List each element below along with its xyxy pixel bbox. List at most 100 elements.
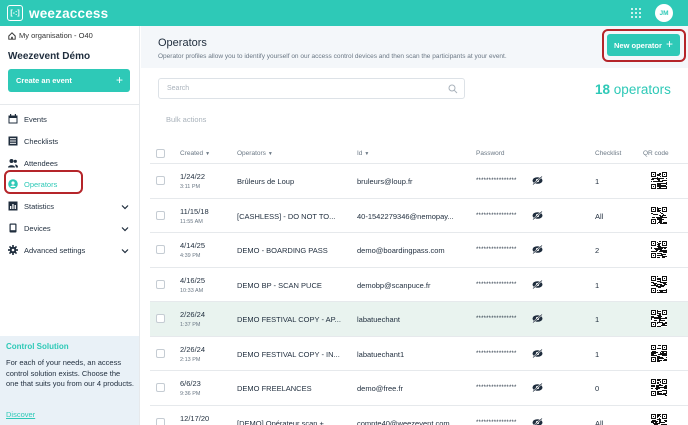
new-operator-highlight-annotation xyxy=(602,29,686,62)
operator-count-label: operators xyxy=(613,82,671,97)
search-placeholder: Search xyxy=(167,85,190,92)
operator-name[interactable]: DEMO FESTIVAL COPY - AP... xyxy=(237,315,349,324)
promo-text: For each of your needs, an access contro… xyxy=(6,358,134,388)
row-checkbox[interactable] xyxy=(156,314,165,323)
app-logo-text[interactable]: weezaccess xyxy=(29,6,108,21)
organisation-selector[interactable]: My organisation - O40 xyxy=(8,31,93,40)
row-checkbox[interactable] xyxy=(156,176,165,185)
discover-link[interactable]: Discover xyxy=(6,410,35,419)
sidebar-item-statistics[interactable]: Statistics xyxy=(8,199,54,213)
qr-code-icon[interactable] xyxy=(651,379,667,396)
eye-slash-icon[interactable] xyxy=(532,210,543,220)
column-header-checklist: Checklist xyxy=(595,150,621,157)
sort-down-icon: ▼ xyxy=(205,150,211,157)
table-row[interactable]: 4/16/25 10:33 AM DEMO BP - SCAN PUCE demobp… xyxy=(150,268,688,302)
eye-slash-icon[interactable] xyxy=(532,382,543,393)
qr-code-icon[interactable] xyxy=(651,172,667,189)
table-row[interactable]: 2/26/24 1:37 PM DEMO FESTIVAL COPY - AP...… xyxy=(150,302,688,337)
sort-down-icon: ▼ xyxy=(267,150,273,157)
sidebar-item-label: Checklists xyxy=(24,136,59,146)
create-event-button[interactable]: Create an event + xyxy=(8,69,130,92)
checklist-icon xyxy=(8,136,18,146)
row-checkbox[interactable] xyxy=(156,348,165,358)
table-row[interactable]: 11/15/18 11:55 AM [CASHLESS] - DO NOT TO..… xyxy=(150,199,688,233)
eye-slash-icon[interactable] xyxy=(532,175,543,186)
promo-title: Control Solution xyxy=(6,342,69,351)
column-header-qr-code: QR code xyxy=(643,150,669,157)
qr-code-icon[interactable] xyxy=(651,241,667,258)
operator-id: labatuechant1 xyxy=(357,349,405,359)
column-header-label: Checklist xyxy=(595,150,622,157)
table-row[interactable]: 4/14/25 4:39 PM DEMO - BOARDING PASS demo@b… xyxy=(150,233,688,268)
checklist-count: 1 xyxy=(595,280,600,290)
operators-highlight-annotation xyxy=(4,170,83,194)
plus-icon: + xyxy=(115,73,123,87)
created-time: 3:11 PM xyxy=(180,184,201,190)
operator-name[interactable]: [DEMO] Opérateur scan + ... xyxy=(237,419,349,425)
page-title: Operators xyxy=(158,37,207,49)
checklist-count: All xyxy=(595,211,604,221)
qr-code-icon[interactable] xyxy=(651,413,667,425)
sidebar-item-advanced-settings[interactable]: Advanced settings xyxy=(8,243,85,257)
qr-code-icon[interactable] xyxy=(651,310,667,327)
qr-code-icon[interactable] xyxy=(651,275,667,293)
checklist-count: 1 xyxy=(595,349,600,359)
qr-code-icon[interactable] xyxy=(651,344,667,362)
sidebar-item-checklists[interactable]: Checklists xyxy=(8,134,58,148)
column-header-id[interactable]: Id ▼ xyxy=(357,150,369,157)
eye-slash-icon[interactable] xyxy=(532,244,543,255)
eye-slash-icon[interactable] xyxy=(532,348,543,358)
sidebar-item-label: Statistics xyxy=(24,201,55,211)
main-content: Operators Operator profiles allow you to… xyxy=(141,26,688,425)
operator-name[interactable]: [CASHLESS] - DO NOT TO... xyxy=(237,212,349,221)
page-subtitle: Operator profiles allow you to identify … xyxy=(158,53,507,60)
chevron-down-icon[interactable] xyxy=(121,225,129,233)
table-row[interactable]: 12/17/204:33 PM[DEMO] Opérateur scan + .… xyxy=(150,406,688,425)
row-checkbox[interactable] xyxy=(156,279,165,289)
device-icon xyxy=(9,223,17,233)
operator-name[interactable]: DEMO FESTIVAL COPY - IN... xyxy=(237,350,349,359)
apps-grid-icon[interactable] xyxy=(631,8,641,18)
row-checkbox[interactable] xyxy=(156,245,165,254)
operator-id: demo@boardingpass.com xyxy=(357,246,445,255)
operator-id: compte40@weezevent.com xyxy=(357,418,450,425)
operator-name[interactable]: DEMO BP - SCAN PUCE xyxy=(237,281,349,290)
chevron-down-icon[interactable] xyxy=(121,247,129,255)
chevron-down-icon[interactable] xyxy=(121,203,129,211)
operator-name[interactable]: DEMO - BOARDING PASS xyxy=(237,246,349,255)
qr-code-icon[interactable] xyxy=(651,206,667,224)
sidebar-item-attendees[interactable]: Attendees xyxy=(8,156,58,170)
search-input[interactable]: Search xyxy=(158,78,465,99)
sidebar-item-devices[interactable]: Devices xyxy=(8,221,51,235)
select-all-checkbox[interactable] xyxy=(156,149,165,158)
row-checkbox[interactable] xyxy=(156,210,165,220)
organisation-label: My organisation - O40 xyxy=(19,31,93,40)
created-time: 2:13 PM xyxy=(180,356,201,363)
created-date: 12/17/20 xyxy=(180,413,210,423)
operator-count: 18 operators xyxy=(595,82,671,97)
bulk-actions-button[interactable]: Bulk actions xyxy=(166,115,206,124)
checklist-count: 0 xyxy=(595,384,600,393)
column-header-created[interactable]: Created ▼ xyxy=(180,150,210,157)
weezaccess-logo-icon[interactable]: [-:] xyxy=(7,5,23,21)
sidebar-item-label: Advanced settings xyxy=(24,245,86,255)
created-date: 2/26/24 xyxy=(180,310,206,319)
masked-password: **************** xyxy=(476,419,517,425)
column-header-operators[interactable]: Operators ▼ xyxy=(237,150,273,157)
eye-slash-icon[interactable] xyxy=(532,279,543,289)
eye-slash-icon[interactable] xyxy=(532,313,543,324)
checklist-count: 2 xyxy=(595,246,600,255)
table-row[interactable]: 6/6/23 9:36 PM DEMO FREELANCES demo@free.fr… xyxy=(150,371,688,406)
created-time: 10:33 AM xyxy=(180,287,204,294)
sidebar-item-events[interactable]: Events xyxy=(8,112,47,126)
user-avatar[interactable]: JM xyxy=(655,4,673,22)
operator-name[interactable]: DEMO FREELANCES xyxy=(237,384,349,393)
operator-name[interactable]: Brûleurs de Loup xyxy=(237,177,349,186)
eye-slash-icon[interactable] xyxy=(532,417,543,425)
masked-password: **************** xyxy=(476,350,517,357)
row-checkbox[interactable] xyxy=(156,383,165,392)
row-checkbox[interactable] xyxy=(156,417,165,425)
table-row[interactable]: 1/24/22 3:11 PM Brûleurs de Loup bruleurs@l… xyxy=(150,164,688,199)
users-icon xyxy=(8,159,18,168)
table-row[interactable]: 2/26/24 2:13 PM DEMO FESTIVAL COPY - IN...… xyxy=(150,337,688,371)
